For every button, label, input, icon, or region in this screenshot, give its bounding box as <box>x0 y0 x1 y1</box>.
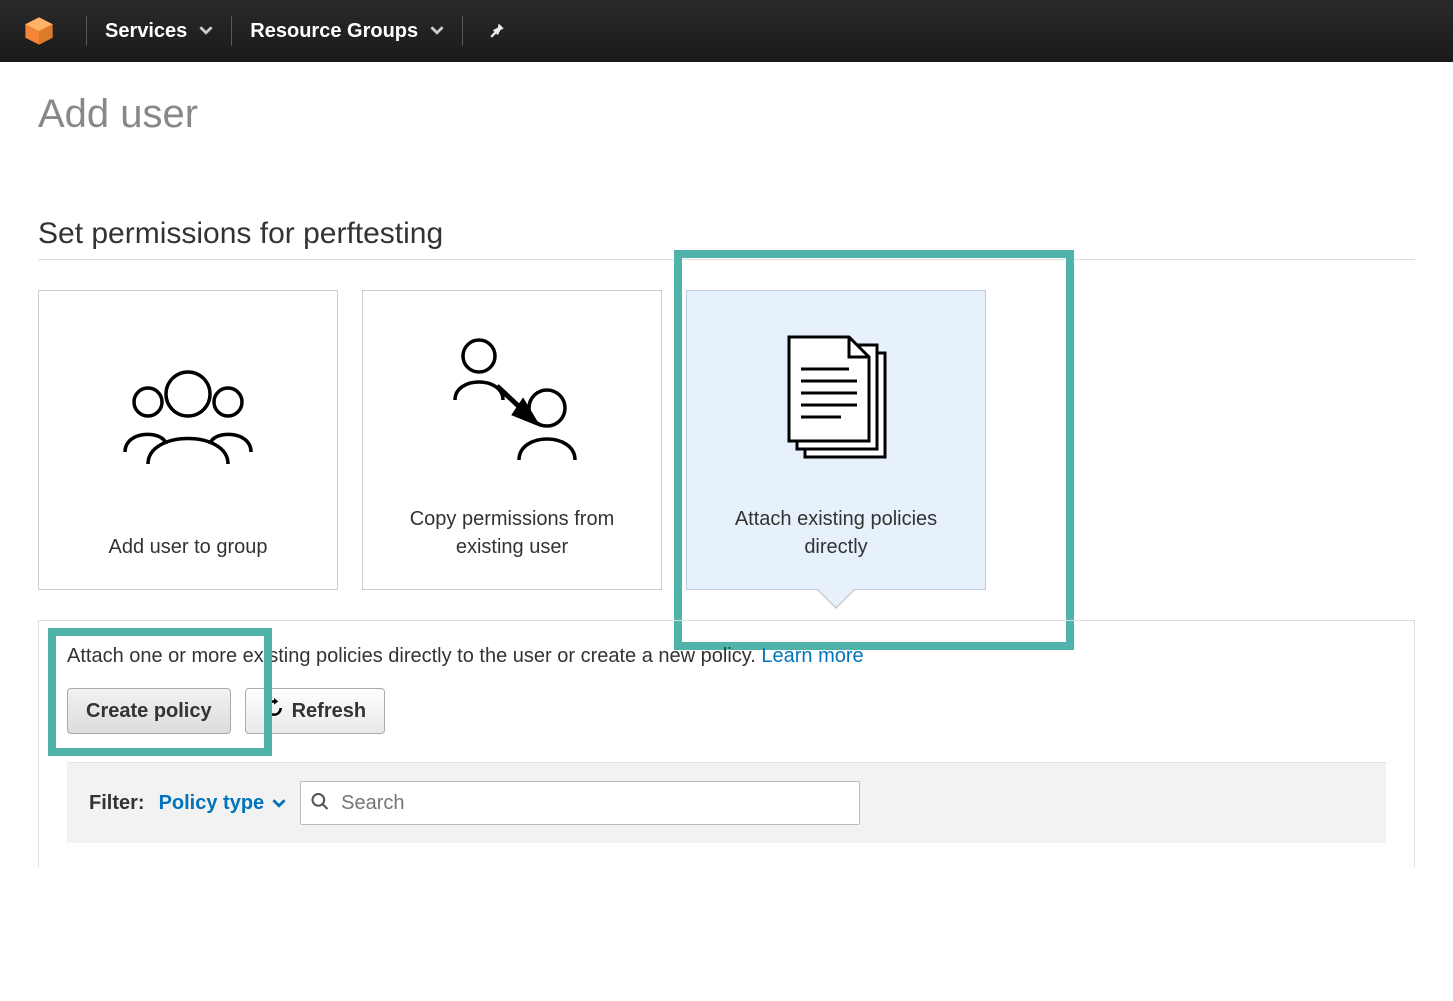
filter-policy-type-dropdown[interactable]: Policy type <box>159 792 287 815</box>
filter-label: Filter: <box>89 792 145 815</box>
nav-separator <box>462 16 463 46</box>
refresh-button[interactable]: Refresh <box>245 688 385 734</box>
nav-pin[interactable] <box>487 21 507 41</box>
panel-button-row: Create policy Refresh <box>67 688 1386 734</box>
top-navbar: Services Resource Groups <box>0 0 1453 62</box>
copy-user-icon <box>363 291 661 505</box>
nav-separator <box>231 16 232 46</box>
filter-policy-type-label: Policy type <box>159 792 265 815</box>
create-policy-button[interactable]: Create policy <box>67 688 231 734</box>
nav-separator <box>86 16 87 46</box>
policy-search-input[interactable] <box>300 781 860 825</box>
nav-services[interactable]: Services <box>105 20 213 43</box>
card-copy-permissions[interactable]: Copy permissions from existing user <box>362 290 662 590</box>
card-label: Copy permissions from existing user <box>363 505 661 561</box>
aws-logo[interactable] <box>20 12 58 50</box>
chevron-down-icon <box>430 20 444 43</box>
policy-search-wrap <box>300 781 860 825</box>
group-icon <box>39 291 337 533</box>
policy-filter-bar: Filter: Policy type <box>67 762 1386 843</box>
pin-icon <box>487 21 507 41</box>
card-label: Add user to group <box>89 533 288 561</box>
create-policy-label: Create policy <box>86 700 212 723</box>
refresh-label: Refresh <box>292 700 366 723</box>
card-attach-policies-directly[interactable]: Attach existing policies directly <box>686 290 986 590</box>
card-add-user-to-group[interactable]: Add user to group <box>38 290 338 590</box>
permission-option-cards: Add user to group <box>38 290 1415 590</box>
attach-policies-panel: Attach one or more existing policies dir… <box>38 620 1415 867</box>
learn-more-link[interactable]: Learn more <box>761 645 863 667</box>
section-heading: Set permissions for perftesting <box>38 217 1415 260</box>
refresh-icon <box>264 698 284 724</box>
page-content: Add user Set permissions for perftesting <box>0 62 1453 897</box>
nav-resource-groups[interactable]: Resource Groups <box>250 20 444 43</box>
chevron-down-icon <box>272 796 286 810</box>
chevron-down-icon <box>199 20 213 43</box>
document-stack-icon <box>687 291 985 505</box>
cube-icon <box>22 14 56 48</box>
nav-services-label: Services <box>105 20 187 43</box>
nav-resource-groups-label: Resource Groups <box>250 20 418 43</box>
panel-description: Attach one or more existing policies dir… <box>67 645 1386 668</box>
panel-description-text: Attach one or more existing policies dir… <box>67 645 761 667</box>
card-label: Attach existing policies directly <box>687 505 985 561</box>
search-icon <box>310 792 330 815</box>
page-title: Add user <box>38 92 1415 137</box>
